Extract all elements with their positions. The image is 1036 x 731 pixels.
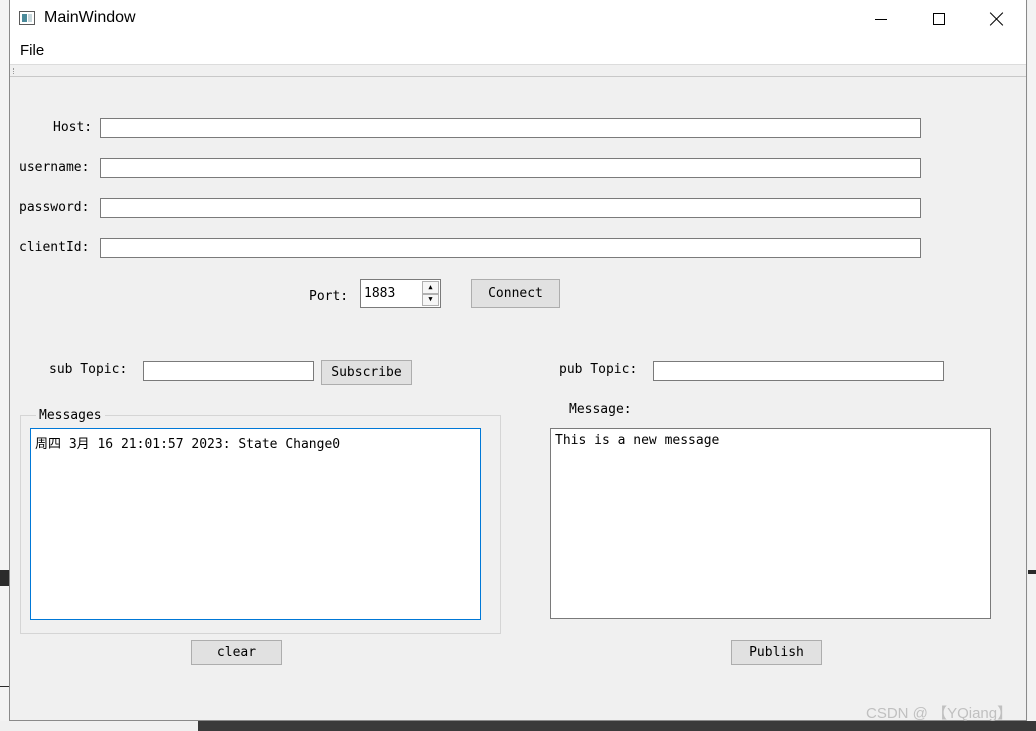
port-spin-buttons: ▲ ▼: [422, 281, 439, 306]
app-window-icon: [19, 11, 35, 25]
sub-topic-label: sub Topic:: [49, 362, 128, 377]
password-label: password:: [19, 200, 90, 215]
minimize-icon: [875, 18, 887, 20]
pub-topic-input[interactable]: [653, 361, 944, 381]
sub-topic-input[interactable]: [143, 361, 314, 381]
port-value[interactable]: 1883: [364, 286, 395, 301]
menu-file[interactable]: File: [18, 42, 46, 59]
host-label: Host:: [53, 120, 93, 135]
subscribe-button[interactable]: Subscribe: [321, 360, 412, 385]
username-label: username:: [19, 160, 90, 175]
arrow-down-icon[interactable]: ▼: [422, 293, 439, 306]
password-input[interactable]: [100, 198, 921, 218]
port-label: Port:: [309, 289, 349, 304]
clientid-label: clientId:: [19, 240, 90, 255]
clientid-input[interactable]: [100, 238, 921, 258]
clear-button[interactable]: clear: [191, 640, 282, 665]
title-bar[interactable]: MainWindow: [10, 0, 1026, 38]
maximize-button[interactable]: [910, 0, 968, 38]
close-icon: [990, 12, 1004, 26]
close-button[interactable]: [968, 0, 1026, 38]
main-window: MainWindow File Host: username: password…: [9, 0, 1027, 721]
pub-topic-label: pub Topic:: [559, 362, 638, 377]
maximize-icon: [933, 13, 945, 25]
toolbar-grip[interactable]: [13, 68, 16, 74]
window-title: MainWindow: [44, 9, 136, 26]
menu-bar: File: [10, 38, 1026, 64]
port-spinbox[interactable]: 1883 ▲ ▼: [360, 279, 441, 308]
connect-button[interactable]: Connect: [471, 279, 560, 308]
username-input[interactable]: [100, 158, 921, 178]
message-label: Message:: [569, 402, 632, 417]
host-input[interactable]: [100, 118, 921, 138]
messages-group-title: Messages: [36, 408, 105, 423]
minimize-button[interactable]: [852, 0, 910, 38]
watermark: CSDN @ 【YQiang】: [866, 705, 1013, 722]
messages-log[interactable]: 周四 3月 16 21:01:57 2023: State Change0: [30, 428, 481, 620]
toolbar: [10, 64, 1026, 77]
background-desktop-right: [1028, 0, 1036, 731]
arrow-up-icon[interactable]: ▲: [422, 281, 439, 294]
publish-button[interactable]: Publish: [731, 640, 822, 665]
message-editor[interactable]: This is a new message: [550, 428, 991, 619]
